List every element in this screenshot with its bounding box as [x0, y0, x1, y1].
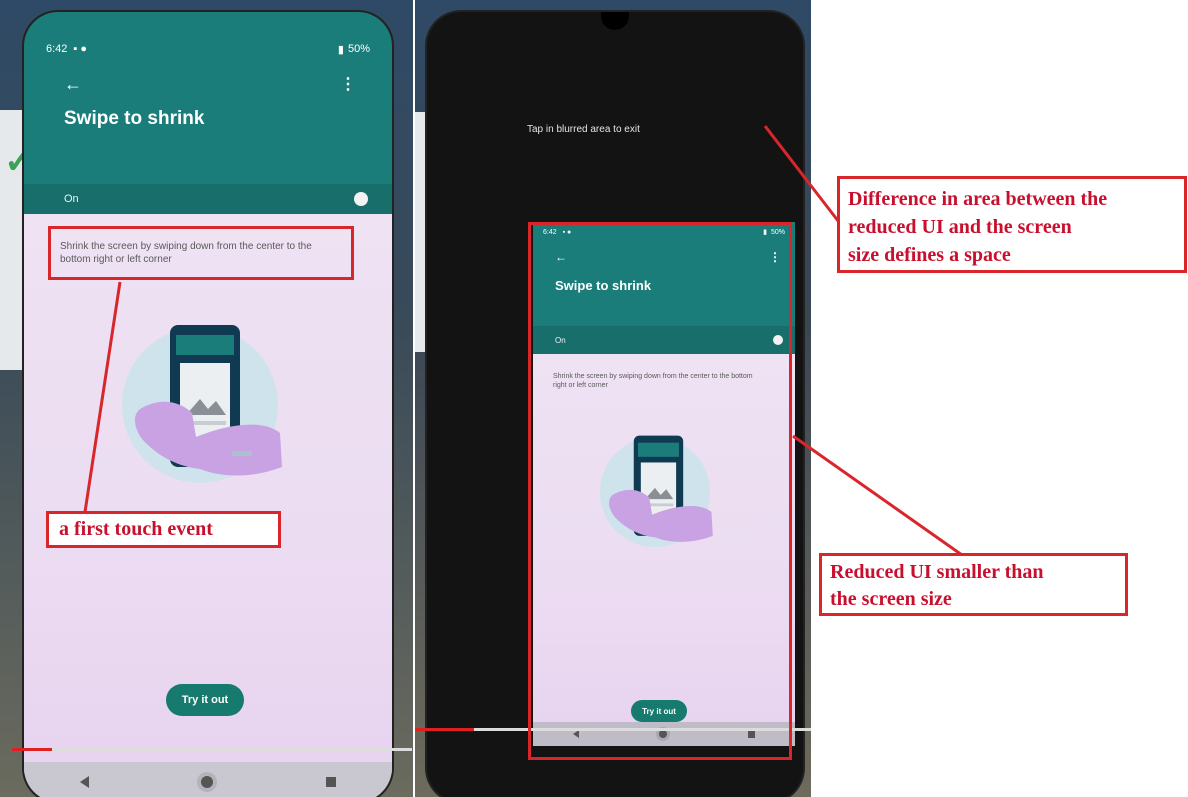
- difference-label-line2: reduced UI and the screen: [848, 216, 1072, 238]
- difference-label-line1: Difference in area between the: [848, 188, 1108, 210]
- reduced-ui-highlight-box: [528, 222, 792, 760]
- annotation-line-difference: [763, 125, 844, 227]
- first-touch-callout: a first touch event: [46, 511, 281, 548]
- reduced-label-line1: Reduced UI smaller than: [830, 561, 1044, 583]
- difference-callout: Difference in area between the reduced U…: [837, 176, 1187, 273]
- difference-label-line3: size defines a space: [848, 244, 1011, 266]
- annotation-line-first-touch: [83, 281, 122, 513]
- reduced-callout: Reduced UI smaller than the screen size: [819, 553, 1128, 616]
- difference-label: Difference in area between the reduced U…: [848, 185, 1107, 269]
- reduced-label: Reduced UI smaller than the screen size: [830, 559, 1044, 613]
- annotation-line-reduced: [792, 434, 963, 557]
- reduced-label-line2: the screen size: [830, 588, 952, 610]
- first-touch-label: a first touch event: [59, 518, 213, 540]
- description-highlight-box: [48, 226, 354, 280]
